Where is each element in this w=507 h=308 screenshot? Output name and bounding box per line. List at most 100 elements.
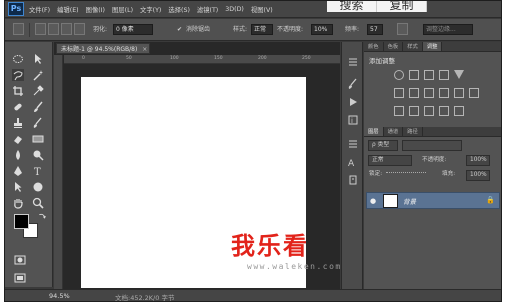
brush-tool-icon[interactable]: [32, 101, 44, 113]
paragraph-panel-icon[interactable]: A: [347, 156, 359, 168]
layer-filter-icons[interactable]: [402, 140, 462, 151]
fill-input[interactable]: 100%: [466, 170, 490, 181]
screen-mode-icon[interactable]: [14, 272, 26, 284]
hue-saturation-icon[interactable]: [394, 88, 404, 98]
history-panel-icon[interactable]: [347, 56, 359, 68]
tab-color[interactable]: 颜色: [364, 42, 384, 51]
selective-color-icon[interactable]: [454, 106, 464, 116]
app-logo: Ps: [8, 2, 24, 16]
visibility-eye-icon[interactable]: ●: [370, 197, 376, 205]
invert-icon[interactable]: [394, 106, 404, 116]
info-panel-icon[interactable]: i: [347, 114, 359, 126]
subtract-selection-icon[interactable]: [61, 23, 72, 35]
history-brush-icon[interactable]: [32, 117, 44, 129]
zoom-level[interactable]: 94.5%: [49, 292, 70, 300]
layer-lock-icon: 🔒: [486, 196, 495, 204]
marquee-tool-icon[interactable]: [12, 53, 24, 65]
menu-3d[interactable]: 3D(D): [225, 6, 244, 13]
frequency-input[interactable]: 57: [367, 24, 383, 35]
lock-icons[interactable]: [386, 172, 426, 178]
layer-row-background[interactable]: ● 背景 🔒: [366, 192, 500, 209]
menu-file[interactable]: 文件(F): [29, 5, 50, 14]
tab-layers[interactable]: 图层: [364, 127, 384, 136]
hand-tool-icon[interactable]: [12, 197, 24, 209]
opacity-input[interactable]: 10%: [311, 24, 333, 35]
pressure-pen-icon[interactable]: [397, 23, 408, 35]
levels-icon[interactable]: [409, 70, 419, 80]
character-panel-icon[interactable]: [347, 174, 359, 186]
feather-label: 羽化:: [93, 26, 108, 33]
tab-swatches[interactable]: 色板: [384, 42, 404, 51]
tab-adjustments[interactable]: 调整: [422, 42, 443, 51]
eraser-tool-icon[interactable]: [12, 133, 24, 145]
layer-kind-filter[interactable]: ρ 类型: [368, 140, 398, 151]
style-select[interactable]: 正常: [251, 24, 273, 35]
new-selection-icon[interactable]: [35, 23, 46, 35]
refine-edge-button[interactable]: 调整边缘...: [423, 24, 473, 35]
menu-select[interactable]: 选择(S): [168, 5, 190, 14]
brush-presets-icon[interactable]: [347, 78, 359, 90]
photo-filter-icon[interactable]: [439, 88, 449, 98]
eyedropper-icon[interactable]: [32, 85, 44, 97]
antialias-checkbox-icon[interactable]: ✔: [177, 23, 182, 36]
marquee-tool-preset-icon[interactable]: [13, 23, 24, 35]
healing-brush-icon[interactable]: [12, 101, 24, 113]
zoom-tool-icon[interactable]: [32, 197, 44, 209]
magic-wand-icon[interactable]: [32, 69, 44, 81]
intersect-selection-icon[interactable]: [74, 23, 85, 35]
properties-panel-icon[interactable]: [347, 138, 359, 150]
actions-play-icon[interactable]: [347, 96, 359, 108]
lasso-tool-icon[interactable]: [12, 69, 24, 81]
gradient-tool-icon[interactable]: [32, 133, 44, 145]
layer-opacity-input[interactable]: 100%: [466, 155, 490, 166]
vibrance-icon[interactable]: [454, 70, 464, 79]
menu-filter[interactable]: 滤镜(T): [197, 5, 218, 14]
right-panel-dock: 颜色 色板 样式 调整 添加调整 图层 通道 路径 ρ 类型 正常 不透明度: …: [364, 42, 501, 289]
swap-colors-icon[interactable]: [38, 212, 46, 220]
exposure-icon[interactable]: [439, 70, 449, 80]
layer-name[interactable]: 背景: [403, 196, 416, 206]
adjustments-panel-tabs: 颜色 色板 样式 调整: [364, 42, 501, 52]
frequency-label: 频率:: [345, 26, 360, 33]
threshold-icon[interactable]: [424, 106, 434, 116]
menu-layer[interactable]: 图层(L): [112, 5, 133, 14]
tab-paths[interactable]: 路径: [403, 127, 423, 136]
channel-mixer-icon[interactable]: [454, 88, 464, 98]
pen-tool-icon[interactable]: [12, 165, 24, 177]
tab-channels[interactable]: 通道: [384, 127, 404, 136]
crop-tool-icon[interactable]: [12, 85, 24, 97]
clone-stamp-icon[interactable]: [12, 117, 24, 129]
vertical-ruler: [54, 55, 63, 289]
foreground-color-swatch[interactable]: [14, 214, 29, 229]
adjustments-title: 添加调整: [369, 57, 395, 65]
blur-tool-icon[interactable]: [12, 149, 24, 161]
document-tab[interactable]: 未标题-1 @ 94.5%(RGB/8) ×: [56, 43, 151, 55]
brightness-icon[interactable]: [394, 70, 404, 80]
posterize-icon[interactable]: [409, 106, 419, 116]
feather-input[interactable]: 0 像素: [113, 24, 153, 35]
black-white-icon[interactable]: [424, 88, 434, 98]
search-tab[interactable]: 搜索: [327, 1, 377, 12]
dodge-tool-icon[interactable]: [32, 149, 44, 161]
layer-thumbnail: [383, 194, 398, 208]
color-balance-icon[interactable]: [409, 88, 419, 98]
gradient-map-icon[interactable]: [439, 106, 449, 116]
copy-tab[interactable]: 复制: [377, 1, 427, 12]
type-tool-icon[interactable]: T: [32, 165, 44, 177]
add-selection-icon[interactable]: [48, 23, 59, 35]
color-lookup-icon[interactable]: [469, 88, 479, 98]
move-tool-icon[interactable]: [32, 53, 44, 65]
quick-mask-icon[interactable]: [14, 254, 26, 266]
menu-type[interactable]: 文字(Y): [140, 5, 161, 14]
tab-styles[interactable]: 样式: [403, 42, 423, 51]
blend-mode-select[interactable]: 正常: [368, 155, 412, 166]
menu-view[interactable]: 视图(V): [251, 5, 273, 14]
antialias-label: 消除锯齿: [186, 26, 211, 33]
fill-label: 填充:: [442, 171, 456, 177]
shape-tool-icon[interactable]: [32, 181, 44, 193]
path-selection-icon[interactable]: [12, 181, 24, 193]
menu-image[interactable]: 图像(I): [86, 5, 105, 14]
close-icon[interactable]: ×: [142, 44, 147, 55]
curves-icon[interactable]: [424, 70, 434, 80]
menu-edit[interactable]: 编辑(E): [57, 5, 79, 14]
